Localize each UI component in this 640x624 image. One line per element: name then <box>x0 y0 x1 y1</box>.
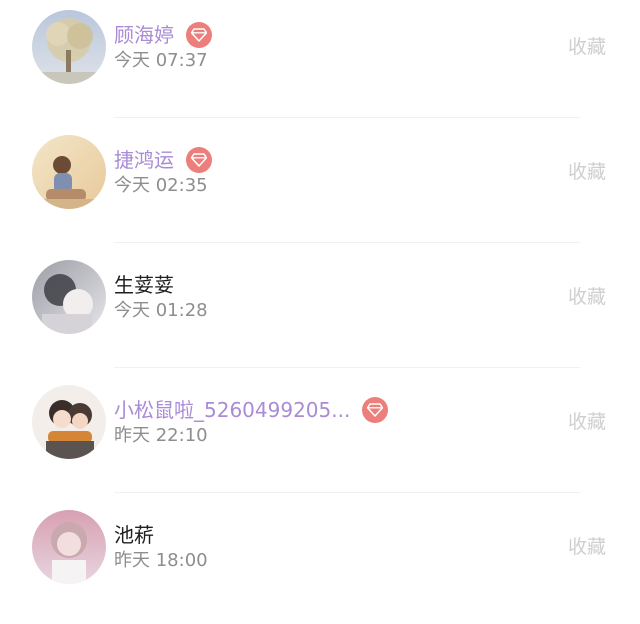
diamond-icon[interactable] <box>362 397 389 423</box>
name-line: 小松鼠啦_5260499205... <box>114 395 389 425</box>
list-item[interactable]: 小松鼠啦_5260499205... 昨天 22:10 收藏 <box>0 375 640 499</box>
timestamp: 昨天 18:00 <box>114 550 208 571</box>
favorite-button[interactable]: 收藏 <box>568 284 606 310</box>
divider <box>114 367 580 368</box>
user-name[interactable]: 顾海婷 <box>114 20 174 50</box>
user-name[interactable]: 池菥 <box>114 520 154 550</box>
avatar[interactable] <box>32 10 106 84</box>
user-name[interactable]: 生荽荽 <box>114 270 174 300</box>
user-name[interactable]: 小松鼠啦_5260499205... <box>114 395 350 425</box>
divider <box>114 117 580 118</box>
divider <box>114 492 580 493</box>
name-line: 池菥 <box>114 520 154 550</box>
name-line: 生荽荽 <box>114 270 174 300</box>
list-item[interactable]: 池菥 昨天 18:00 收藏 <box>0 500 640 624</box>
favorite-button[interactable]: 收藏 <box>568 159 606 185</box>
favorite-button[interactable]: 收藏 <box>568 34 606 60</box>
list-item[interactable]: 捷鸿运 今天 02:35 收藏 <box>0 125 640 249</box>
diamond-icon[interactable] <box>186 22 212 48</box>
avatar[interactable] <box>32 385 106 459</box>
favorite-button[interactable]: 收藏 <box>568 409 606 435</box>
diamond-icon[interactable] <box>186 147 212 173</box>
name-line: 捷鸿运 <box>114 145 212 175</box>
avatar[interactable] <box>32 135 106 209</box>
timestamp: 今天 01:28 <box>114 300 208 321</box>
avatar[interactable] <box>32 260 106 334</box>
list-item[interactable]: 生荽荽 今天 01:28 收藏 <box>0 250 640 374</box>
user-list: 顾海婷 今天 07:37 收藏 捷鸿运 今天 02:35 收藏 生荽荽 今天 0… <box>0 0 640 611</box>
divider <box>114 242 580 243</box>
list-item[interactable]: 顾海婷 今天 07:37 收藏 <box>0 0 640 124</box>
avatar[interactable] <box>32 510 106 584</box>
timestamp: 昨天 22:10 <box>114 425 208 446</box>
user-name[interactable]: 捷鸿运 <box>114 145 174 175</box>
favorite-button[interactable]: 收藏 <box>568 534 606 560</box>
name-line: 顾海婷 <box>114 20 212 50</box>
timestamp: 今天 02:35 <box>114 175 208 196</box>
timestamp: 今天 07:37 <box>114 50 208 71</box>
